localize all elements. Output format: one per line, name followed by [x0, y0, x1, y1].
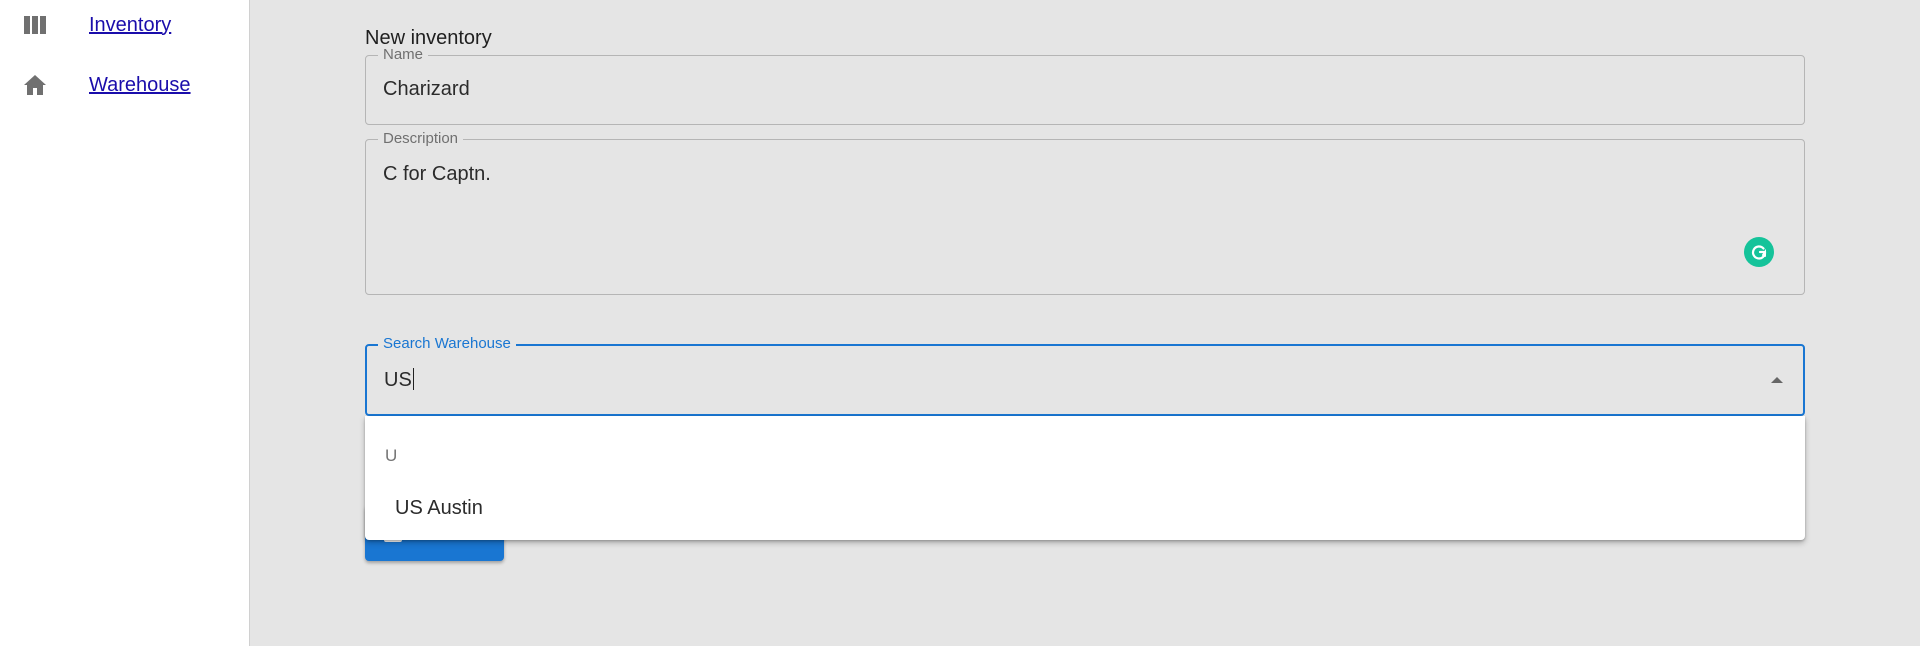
grammarly-icon[interactable] — [1744, 237, 1774, 267]
search-warehouse-field[interactable]: Search Warehouse US — [365, 336, 1805, 416]
warehouse-link[interactable]: Warehouse — [89, 74, 191, 97]
sidebar-item-warehouse[interactable]: Warehouse — [0, 65, 249, 105]
description-label: Description — [378, 131, 464, 147]
search-warehouse-label: Search Warehouse — [378, 336, 516, 352]
home-icon — [24, 74, 46, 96]
name-label: Name — [378, 47, 429, 63]
description-field[interactable]: Description C for Captn. — [365, 131, 1805, 295]
inventory-link[interactable]: Inventory — [89, 14, 171, 37]
description-textarea[interactable]: C for Captn. — [383, 163, 491, 186]
main-content: New inventory Name Charizard Description… — [250, 0, 1920, 646]
name-field[interactable]: Name Charizard — [365, 47, 1805, 125]
sidebar-item-inventory[interactable]: Inventory — [0, 5, 249, 45]
search-warehouse-text: US — [384, 369, 412, 391]
sidebar: Inventory Warehouse — [0, 0, 250, 646]
view-column-icon — [24, 14, 46, 36]
group-header: U — [385, 446, 398, 465]
autocomplete-popup: U US Austin — [365, 416, 1805, 540]
text-cursor — [412, 368, 414, 390]
dropdown-arrow-icon[interactable] — [1771, 377, 1783, 383]
option-label: US Austin — [395, 496, 483, 519]
autocomplete-option[interactable]: US Austin — [365, 486, 1805, 530]
name-input[interactable]: Charizard — [383, 78, 470, 101]
search-warehouse-input[interactable]: US — [384, 368, 414, 392]
